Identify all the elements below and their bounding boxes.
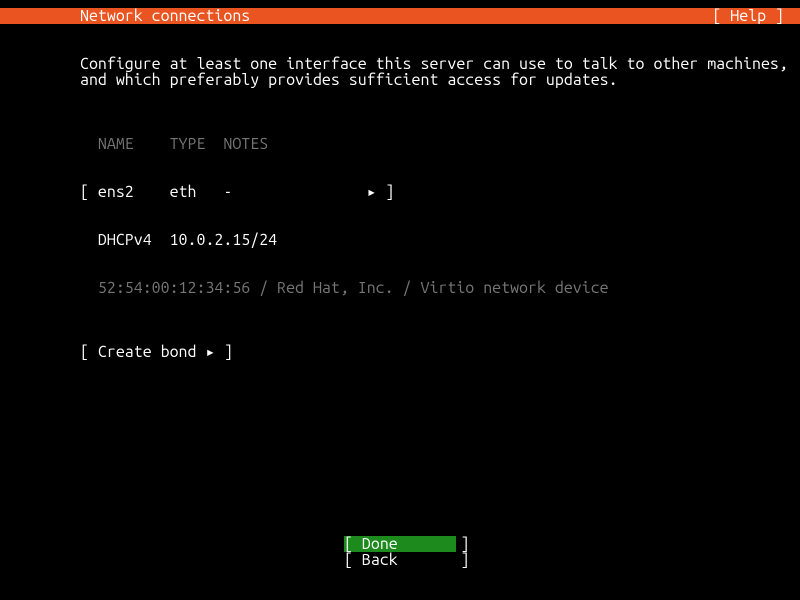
iface-name: ens2 xyxy=(98,183,170,201)
create-bond-label: Create bond xyxy=(98,343,206,361)
back-button[interactable]: [ Back ] xyxy=(344,552,456,568)
chevron-right-icon: ▸ xyxy=(205,343,215,361)
bracket-open: [ xyxy=(80,183,98,201)
address-row: DHCPv4 10.0.2.15/24 xyxy=(80,232,800,248)
page-title: Network connections xyxy=(80,8,250,24)
header-bar: Network connections [ Help ] xyxy=(0,8,800,24)
create-bond-button[interactable]: [ Create bond ▸ ] xyxy=(80,344,800,360)
bracket-open: [ xyxy=(80,343,98,361)
spacer xyxy=(80,88,800,104)
bracket-close: ] xyxy=(215,343,233,361)
instruction-text-line2: and which preferably provides sufficient… xyxy=(80,72,800,88)
iface-notes: - xyxy=(223,183,366,201)
spacer xyxy=(0,40,800,56)
bracket-close: ] xyxy=(376,183,394,201)
interface-row[interactable]: [ ens2 eth - ▸ ] xyxy=(80,184,800,200)
done-button[interactable]: [ Done ] xyxy=(344,536,456,552)
iface-type: eth xyxy=(170,183,224,201)
spacer xyxy=(80,328,800,344)
device-info-row: 52:54:00:12:34:56 / Red Hat, Inc. / Virt… xyxy=(80,280,800,296)
instruction-text-line1: Configure at least one interface this se… xyxy=(80,56,800,72)
table-header: NAME TYPE NOTES xyxy=(80,136,800,152)
nav-footer: [ Done ] [ Back ] xyxy=(0,536,800,568)
spacer xyxy=(0,24,800,40)
interface-table: NAME TYPE NOTES [ ens2 eth - ▸ ] DHCPv4 … xyxy=(80,104,800,328)
chevron-right-icon: ▸ xyxy=(367,183,377,201)
help-button[interactable]: [ Help ] xyxy=(712,8,784,24)
main-content: Configure at least one interface this se… xyxy=(0,56,800,360)
